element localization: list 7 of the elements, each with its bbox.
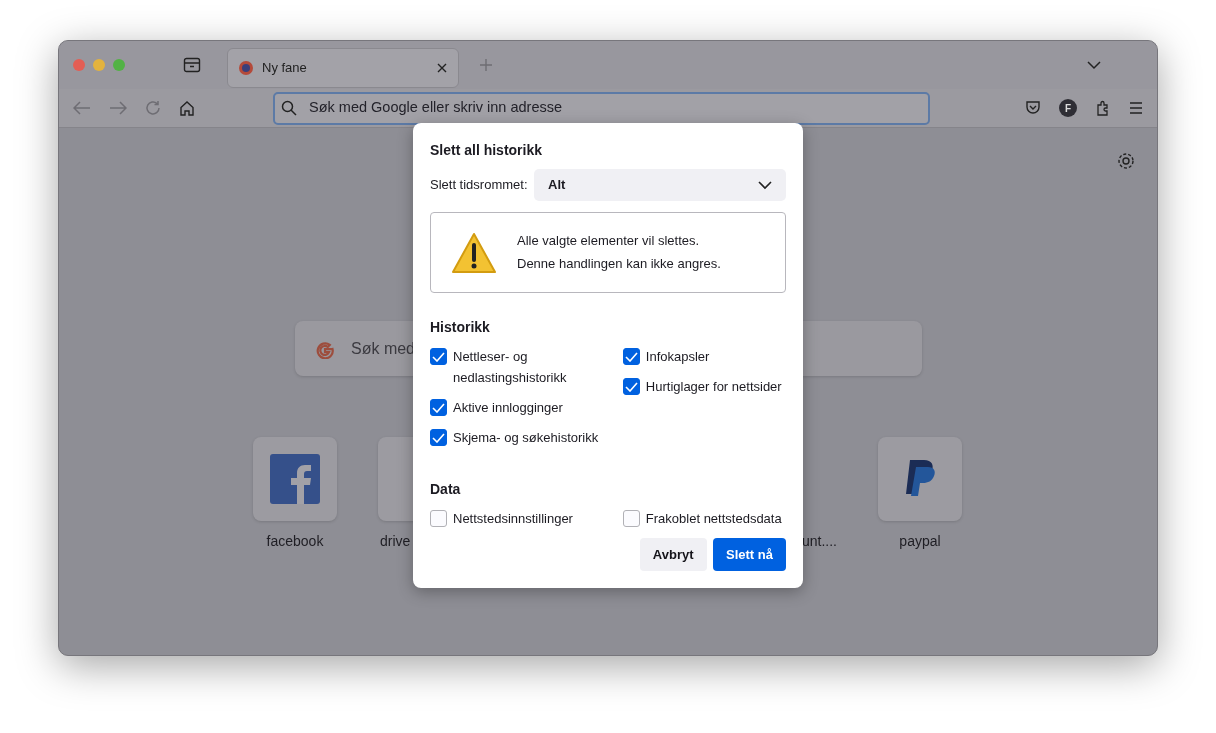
warning-text: Alle valgte elementer vil slettes. [517,232,701,251]
warning-text: Denne handlingen kan ikke angres. [517,255,721,274]
range-label: Slett tidsrommet: [430,176,528,195]
section-title: Historikk [430,318,491,337]
section-title: Data [430,480,462,499]
dialog-title: Slett all historikk [430,141,544,160]
tab-title: Ny fane [262,59,308,78]
